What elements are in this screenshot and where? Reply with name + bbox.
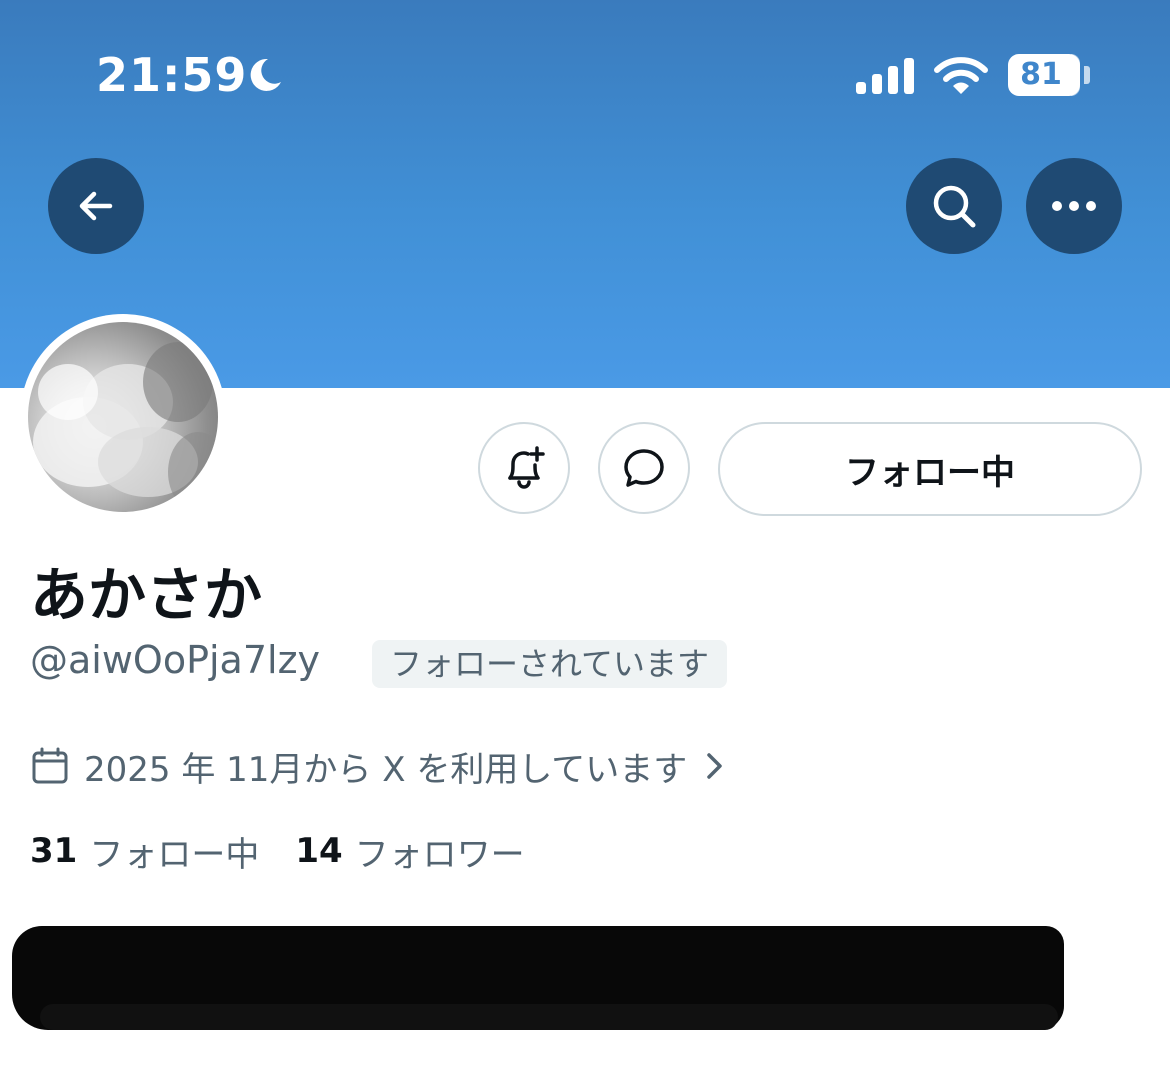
more-horizontal-icon xyxy=(1052,201,1096,211)
cellular-signal-icon xyxy=(856,58,914,94)
avatar[interactable] xyxy=(28,322,218,512)
back-button[interactable] xyxy=(48,158,144,254)
following-label[interactable]: フォロー中 xyxy=(89,827,259,876)
battery-nub xyxy=(1084,66,1090,84)
handle: @aiwOoPja7lzy xyxy=(30,638,321,682)
moon-icon xyxy=(250,58,281,91)
cloud-photo xyxy=(33,342,218,512)
following-count[interactable]: 31 xyxy=(30,831,77,871)
chevron-right-icon xyxy=(707,753,723,779)
joined-date-row[interactable]: 2025 年 11月から X を利用しています xyxy=(30,740,743,792)
display-name: あかさか xyxy=(30,561,263,629)
search-button[interactable] xyxy=(906,158,1002,254)
calendar-icon xyxy=(32,747,68,784)
battery-icon: 81 xyxy=(1008,54,1080,96)
follows-you-badge: フォローされています xyxy=(372,640,728,688)
more-button[interactable] xyxy=(1026,158,1122,254)
joined-text: 2025 年 11月から X を利用しています xyxy=(84,749,688,790)
status-time: 21:59 xyxy=(96,48,248,102)
followers-count[interactable]: 14 xyxy=(295,831,342,871)
back-arrow-icon xyxy=(79,191,113,221)
follow-stats: 31 フォロー中 14 フォロワー xyxy=(30,826,561,876)
search-icon xyxy=(933,185,976,228)
message-button[interactable] xyxy=(598,422,690,514)
wifi-icon xyxy=(934,57,988,94)
bell-plus-icon xyxy=(508,446,545,489)
message-bubble-icon xyxy=(624,449,664,487)
redacted-streak xyxy=(40,1004,1058,1030)
followers-label[interactable]: フォロワー xyxy=(355,827,525,876)
notify-button[interactable] xyxy=(478,422,570,514)
battery-level: 81 xyxy=(1020,57,1062,92)
following-button[interactable]: フォロー中 xyxy=(718,422,1142,516)
